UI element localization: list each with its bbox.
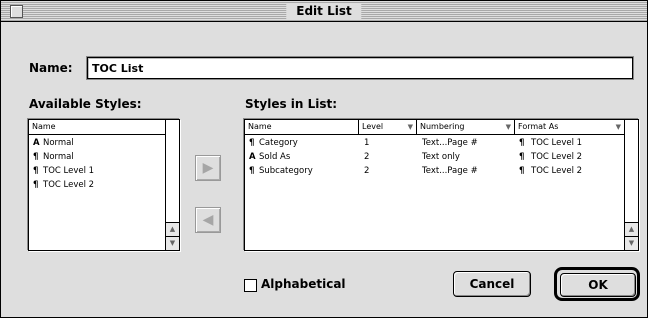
character-style-icon: A (249, 152, 256, 162)
alphabetical-checkbox[interactable] (244, 279, 257, 292)
styles-in-list-table[interactable]: Name Level ▼ Numbering ▼ Format As ▼ ▲ ▼… (244, 119, 639, 251)
column-header-name[interactable]: Name (245, 120, 359, 134)
column-header-format-as[interactable]: Format As ▼ (515, 120, 624, 134)
styles-in-list-header: Name Level ▼ Numbering ▼ Format As ▼ (245, 120, 624, 135)
style-level: 2 (364, 152, 370, 162)
remove-from-list-button[interactable]: ◀ (195, 207, 221, 233)
styles-in-list-scrollbar[interactable]: ▲ ▼ (624, 120, 638, 250)
list-item-label: Normal (43, 138, 74, 148)
left-arrow-icon: ◀ (202, 212, 214, 228)
table-row[interactable]: A Sold As 2 Text only ¶ TOC Level 2 (245, 150, 624, 164)
ok-button-label: OK (588, 278, 608, 292)
style-numbering: Text only (422, 152, 460, 162)
alphabetical-label[interactable]: Alphabetical (261, 277, 346, 291)
available-styles-list[interactable]: Name ▲ ▼ A Normal ¶ Normal ¶ TOC Level 1 ¶ TOC … (28, 119, 180, 251)
paragraph-style-icon: ¶ (519, 152, 525, 162)
column-header-numbering[interactable]: Numbering ▼ (417, 120, 515, 134)
list-item-label: Normal (43, 152, 74, 162)
table-row[interactable]: ¶ Category 1 Text...Page # ¶ TOC Level 1 (245, 136, 624, 150)
cancel-button-label: Cancel (469, 277, 515, 291)
style-format-as: TOC Level 2 (531, 152, 583, 162)
character-style-icon: A (33, 138, 40, 148)
paragraph-style-icon: ¶ (33, 180, 39, 190)
close-box-button[interactable] (10, 5, 23, 18)
edit-list-dialog: Edit List Name: TOC List Available Style… (0, 0, 648, 318)
styles-in-list-heading: Styles in List: (245, 97, 338, 111)
available-styles-header: Name (29, 120, 165, 135)
style-level: 2 (364, 166, 370, 176)
available-styles-scrollbar[interactable]: ▲ ▼ (165, 120, 179, 250)
paragraph-style-icon: ¶ (519, 166, 525, 176)
column-header-label: Name (248, 122, 272, 131)
chevron-down-icon: ▼ (407, 123, 413, 131)
style-format-as: TOC Level 1 (531, 138, 583, 148)
paragraph-style-icon: ¶ (33, 166, 39, 176)
ok-button[interactable]: OK (560, 273, 636, 297)
style-numbering: Text...Page # (422, 166, 478, 176)
style-numbering: Text...Page # (422, 138, 478, 148)
chevron-down-icon: ▼ (615, 123, 621, 131)
table-row[interactable]: ¶ Subcategory 2 Text...Page # ¶ TOC Level 2 (245, 164, 624, 178)
column-header-label: Name (32, 122, 56, 131)
style-level: 1 (364, 138, 370, 148)
name-label: Name: (29, 61, 73, 75)
title-bar[interactable]: Edit List (1, 1, 647, 22)
add-to-list-button[interactable]: ▶ (195, 155, 221, 181)
scroll-up-arrow-icon[interactable]: ▲ (166, 222, 179, 236)
column-header-level[interactable]: Level ▼ (359, 120, 417, 134)
scroll-down-arrow-icon[interactable]: ▼ (166, 236, 179, 250)
paragraph-style-icon: ¶ (33, 152, 39, 162)
style-name: Subcategory (259, 166, 313, 176)
list-item-label: TOC Level 1 (43, 166, 95, 176)
list-item[interactable]: ¶ Normal (29, 150, 165, 164)
cancel-button[interactable]: Cancel (453, 271, 531, 297)
right-arrow-icon: ▶ (202, 160, 214, 176)
chevron-down-icon: ▼ (505, 123, 511, 131)
name-field[interactable]: TOC List (87, 57, 633, 79)
scroll-up-arrow-icon[interactable]: ▲ (625, 222, 638, 236)
list-item[interactable]: ¶ TOC Level 1 (29, 164, 165, 178)
column-header-label: Level (362, 122, 384, 131)
list-item-label: TOC Level 2 (43, 180, 95, 190)
available-styles-heading: Available Styles: (29, 97, 142, 111)
column-header-label: Format As (518, 122, 559, 131)
paragraph-style-icon: ¶ (519, 138, 525, 148)
paragraph-style-icon: ¶ (249, 138, 255, 148)
style-name: Category (259, 138, 298, 148)
list-item[interactable]: A Normal (29, 136, 165, 150)
style-name: Sold As (259, 152, 291, 162)
window-title: Edit List (286, 3, 362, 19)
scroll-down-arrow-icon[interactable]: ▼ (625, 236, 638, 250)
paragraph-style-icon: ¶ (249, 166, 255, 176)
column-header-name[interactable]: Name (29, 120, 165, 134)
column-header-label: Numbering (420, 122, 465, 131)
style-format-as: TOC Level 2 (531, 166, 583, 176)
list-item[interactable]: ¶ TOC Level 2 (29, 178, 165, 192)
